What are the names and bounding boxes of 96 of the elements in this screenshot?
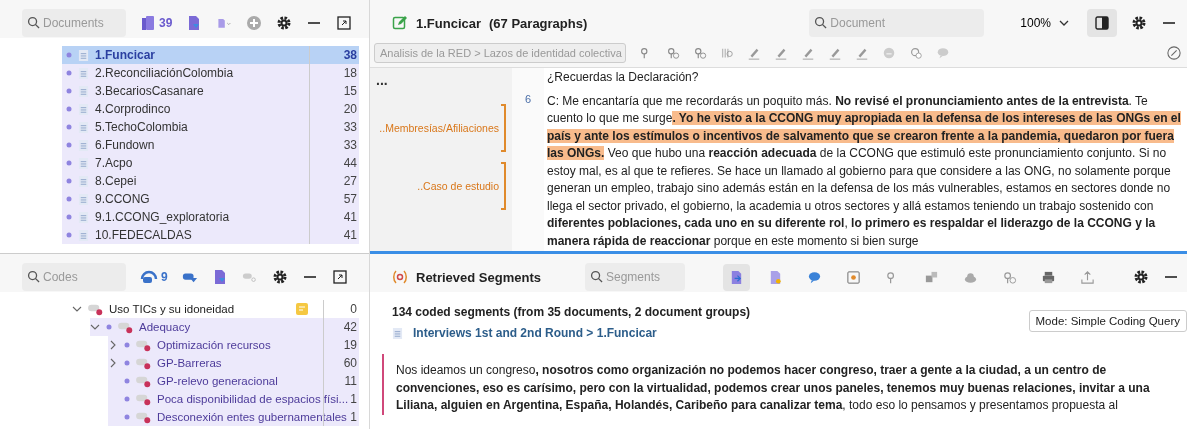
settings-icon[interactable] <box>276 15 293 31</box>
caret-icon <box>1059 19 1069 27</box>
segment-summary: 134 coded segments (from 35 documents, 2 document groups) <box>392 305 751 319</box>
code-bracket[interactable] <box>501 104 506 152</box>
activation-dot-icon <box>66 196 72 202</box>
document-item[interactable]: 2.ReconciliaciónColombia 18 <box>62 64 359 82</box>
paragraph-text: C: Me encantaría que me recordarás un poquito más. No revisé el pronunciamiento antes de la entrevista. Te cuento lo que me surge. Yo he visto a la CCONG muy apropiada en la defensa de los intereses de las ONGs en el país y ante los estímulos o incentivos de salvamento que se crearon frente a la pandemia, quedaron por fuera las ONGs. Veo que hubo una reacción adecuada de la CCONG que estimuló este pronunciamiento conjunto. Si no estoy mal, es al que te refieres. Se hace un llamado al gobierno para que considere a las ONG, no solamente porque generan un empleo, trabajo sino además están en la defensa de los más vulnerables, estamos en sectores donde no llega el sector privado, el gobierno, la academia u otros sectores y allá estamos teniendo un trabajo sostenido con diferentes poblaciones, cada uno en su diferente rol, lo primero es respaldar el liderazgo de la CCONG y la manera rápida de reaccionar porque en este momento si bien surge <box>547 92 1182 250</box>
expand-icon[interactable] <box>331 269 348 285</box>
search-field[interactable]: Documents <box>22 9 126 37</box>
code-icon <box>136 374 153 388</box>
code-icon <box>88 302 105 316</box>
activation-dot-icon <box>124 414 130 420</box>
code-bracket[interactable] <box>501 162 506 210</box>
activation-dot-icon <box>66 178 72 184</box>
activation-dot-icon <box>124 342 130 348</box>
chevron-icon[interactable] <box>72 304 82 314</box>
activation-dot-icon <box>66 106 72 112</box>
text-document-icon <box>78 66 89 80</box>
expand-icon[interactable] <box>336 15 353 31</box>
search-field[interactable]: Segments <box>585 263 685 291</box>
document-item[interactable]: 7.Acpo 44 <box>62 154 359 172</box>
chevron-icon[interactable] <box>108 358 118 368</box>
source-link[interactable]: Interviews 1st and 2nd Round > 1.Funcicar <box>413 326 657 340</box>
add-code-icon[interactable] <box>693 45 707 60</box>
search-field[interactable]: Document <box>809 9 985 37</box>
text-document-icon <box>392 326 403 340</box>
paragraph-count: (67 Paragraphs) <box>489 15 588 31</box>
document-item[interactable]: 4.Corprodinco 20 <box>62 100 359 118</box>
text-document-icon <box>78 102 89 116</box>
search-field[interactable]: Codes <box>22 263 126 291</box>
text-document-icon <box>78 48 89 62</box>
panel-toggle-button[interactable] <box>1087 9 1117 37</box>
mode-field[interactable]: Mode: Simple Coding Query <box>1028 310 1187 332</box>
settings-icon[interactable] <box>1131 15 1147 31</box>
code-icon <box>136 356 153 370</box>
text-document-icon <box>78 84 89 98</box>
document-title: 1.Funcicar <box>416 15 482 31</box>
settings-icon[interactable] <box>1133 269 1149 285</box>
activation-dot-icon <box>66 124 72 130</box>
activation-dot-icon <box>66 52 72 58</box>
activation-dot-icon <box>66 70 72 76</box>
add-code-icon[interactable] <box>666 45 680 60</box>
text-document-icon <box>78 192 89 206</box>
add-link-icon[interactable] <box>909 45 923 60</box>
document-link-icon[interactable] <box>723 263 750 291</box>
memo-icon[interactable] <box>295 302 309 316</box>
activation-dot-icon <box>66 214 72 220</box>
codes-icon[interactable] <box>140 269 158 285</box>
document-item[interactable]: 9.CCONG 57 <box>62 190 359 208</box>
comment-icon[interactable] <box>807 269 822 285</box>
document-item[interactable]: 9.1.CCONG_exploratoria 41 <box>62 208 359 226</box>
print-icon[interactable] <box>1041 269 1056 285</box>
text-document-icon <box>78 156 89 170</box>
paragraph-text: ¿Recuerdas la Declaración? <box>547 69 700 86</box>
text-document-icon <box>78 120 89 134</box>
activation-dot-icon <box>106 324 112 330</box>
segment-text: Nos ideamos un congreso, nosotros como organización no podemos hacer congreso, traer a gente a la ciudad, a un centro de convenciones, eso es carísimo, pero con la virtualidad, podemos crear unos paneles, tenemos muy buenas relaciones, invitar a una Liliana, alguien en Argentina, España, Holandés, Caribeño para canalizar tema, todo eso lo pensamos y presentamos propuesta al <box>396 362 1151 414</box>
pane-title: Retrieved Segments <box>416 269 541 285</box>
retrieved-segments-icon <box>392 269 408 285</box>
code-icon <box>118 320 135 334</box>
text-document-icon <box>78 210 89 224</box>
chevron-icon[interactable] <box>90 322 100 332</box>
activation-dot-icon <box>124 396 130 402</box>
activation-dot-icon <box>66 232 72 238</box>
settings-icon[interactable] <box>271 269 288 285</box>
add-code-icon[interactable] <box>1002 269 1017 285</box>
document-item[interactable]: 10.FEDECALDAS 41 <box>62 226 359 244</box>
code-icon <box>136 410 153 424</box>
code-count: 9 <box>161 270 168 284</box>
activation-dot-icon <box>66 88 72 94</box>
document-item[interactable]: 6.Fundown 33 <box>62 136 359 154</box>
export-icon[interactable] <box>1080 269 1095 285</box>
document-item[interactable]: 3.BecariosCasanare 15 <box>62 82 359 100</box>
code-icon <box>136 392 153 406</box>
activation-dot-icon <box>66 160 72 166</box>
squares-icon[interactable] <box>924 269 939 285</box>
panel-icon <box>1095 16 1109 30</box>
window-icon[interactable] <box>846 269 861 285</box>
document-item[interactable]: 8.Cepei 27 <box>62 172 359 190</box>
document-item[interactable]: 5.TechoColombia 33 <box>62 118 359 136</box>
line-number: 6 <box>524 93 532 105</box>
text-document-icon <box>78 138 89 152</box>
more-menu[interactable]: ... <box>370 68 388 88</box>
document-item[interactable]: 1.Funcicar 38 <box>62 46 359 64</box>
text-document-icon <box>78 174 89 188</box>
activation-dot-icon <box>124 360 130 366</box>
zoom-dropdown[interactable]: 100% <box>1016 16 1073 30</box>
code-icon <box>136 338 153 352</box>
document-count: 39 <box>159 16 173 30</box>
chevron-icon[interactable] <box>108 340 118 350</box>
star-document-icon[interactable] <box>768 269 783 285</box>
activation-dot-icon <box>66 142 72 148</box>
documents-icon[interactable] <box>140 15 156 31</box>
add-icon[interactable] <box>246 15 263 31</box>
text-document-icon <box>78 228 89 242</box>
activation-dot-icon <box>124 378 130 384</box>
